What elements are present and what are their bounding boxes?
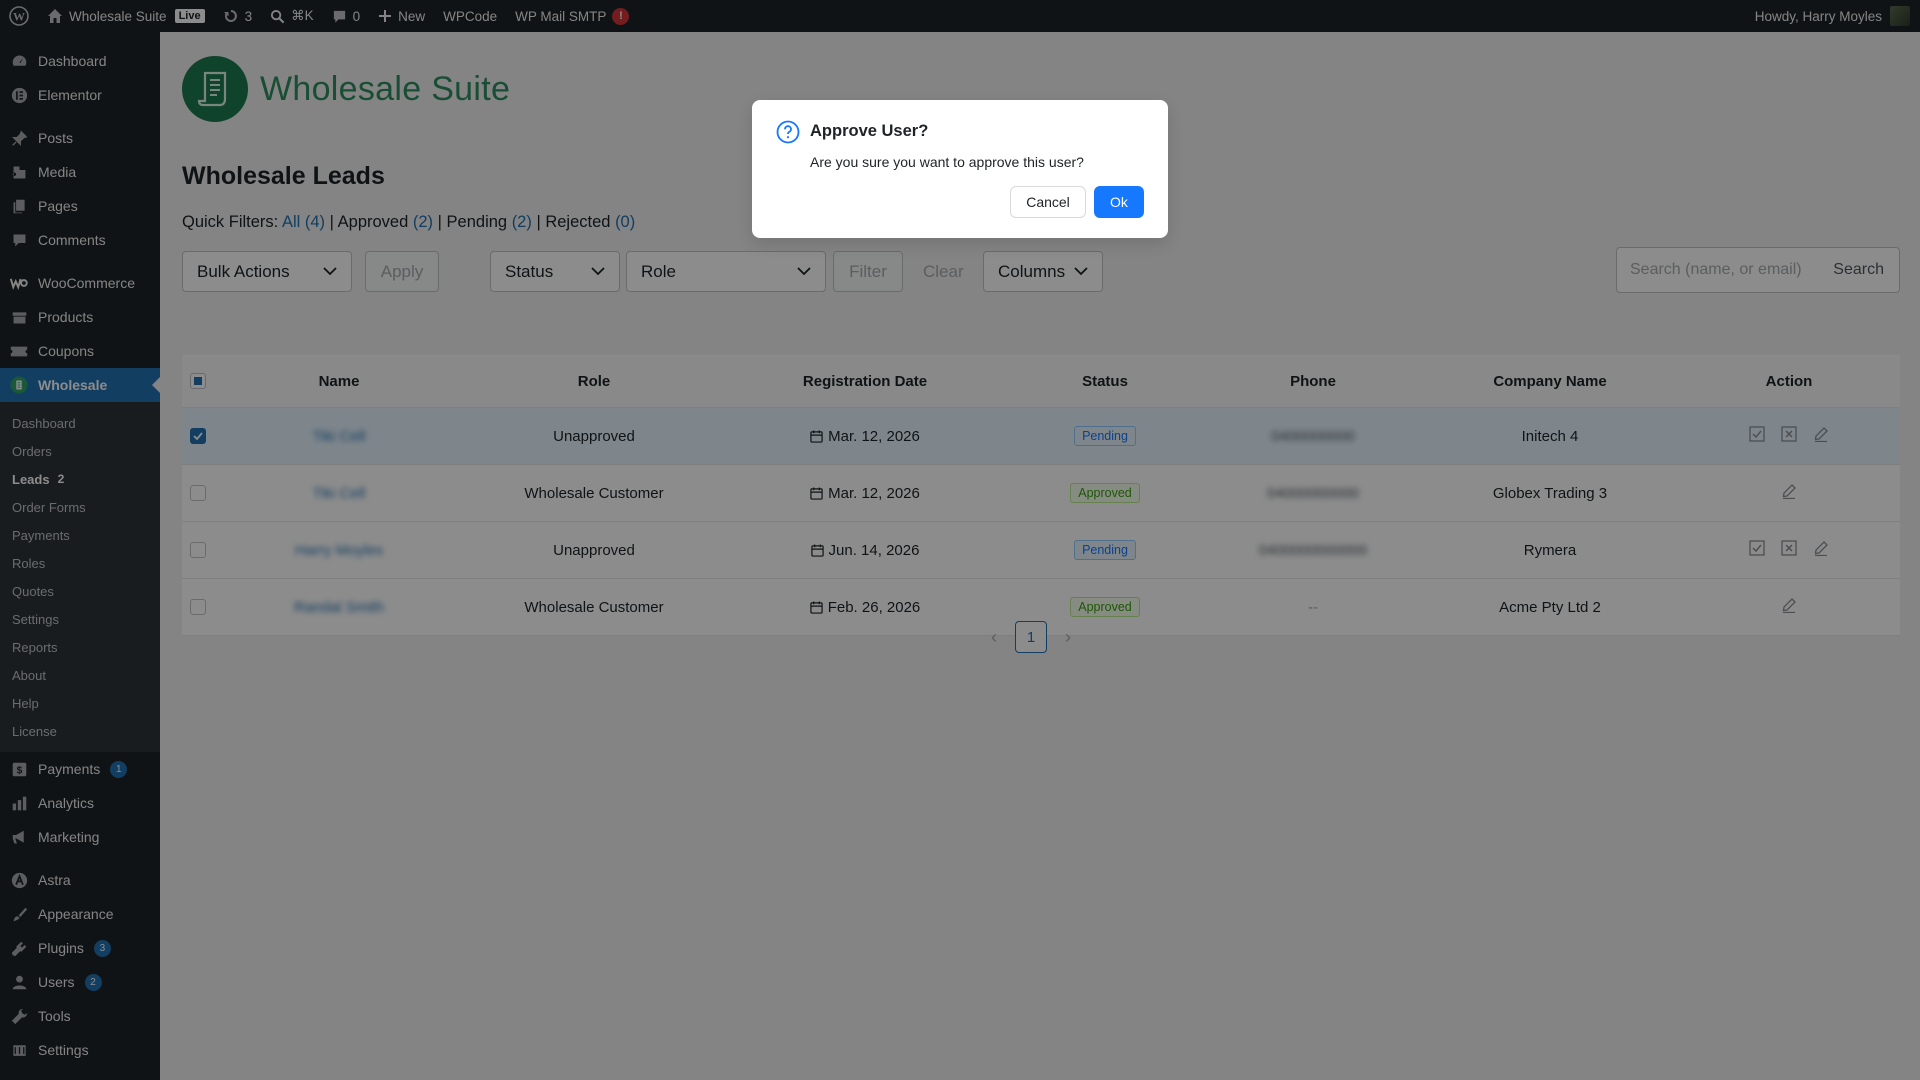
approve-user-dialog: Approve User? Are you sure you want to a… [752,100,1168,238]
ok-button[interactable]: Ok [1094,186,1144,218]
question-circle-icon [776,120,800,149]
dialog-message: Are you sure you want to approve this us… [810,154,1084,170]
cancel-button[interactable]: Cancel [1010,186,1086,218]
dialog-title: Approve User? [810,122,929,140]
